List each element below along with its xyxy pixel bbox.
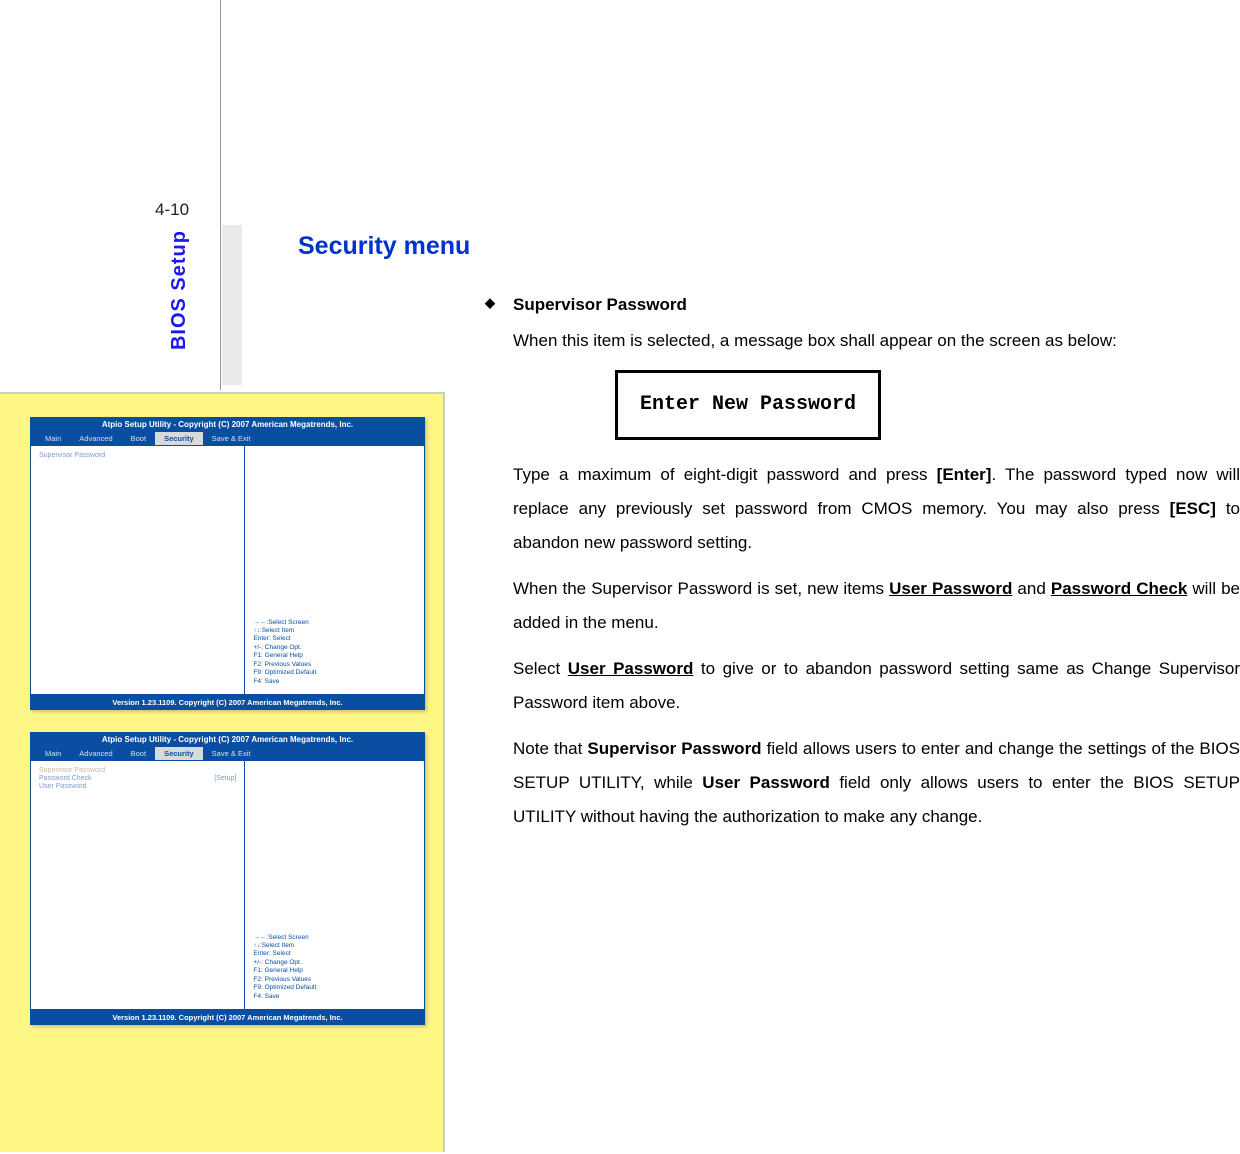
sidebar-shade <box>222 225 242 385</box>
bios-tab-security[interactable]: Security <box>155 747 203 760</box>
bios-item-user-password[interactable]: User Password <box>39 783 236 790</box>
bios-right-pane: →←:Select Screen ↑↓:Select Item Enter: S… <box>245 446 424 694</box>
bios-screenshot-area: Atpio Setup Utility - Copyright (C) 2007… <box>0 392 445 1152</box>
paragraph-5: Note that Supervisor Password field allo… <box>485 732 1240 834</box>
bios-window-2: Atpio Setup Utility - Copyright (C) 2007… <box>30 732 425 1025</box>
bios-tab-security[interactable]: Security <box>155 432 203 445</box>
bios-tab-save-exit[interactable]: Save & Exit <box>203 432 260 445</box>
bios-item-label: Password Check <box>39 775 92 782</box>
text: When the Supervisor Password is set, new… <box>513 579 889 598</box>
text: Select <box>513 659 568 678</box>
link-password-check: Password Check <box>1051 579 1187 598</box>
bios-titlebar: Atpio Setup Utility - Copyright (C) 2007… <box>30 417 425 432</box>
paragraph-4: Select User Password to give or to aband… <box>485 652 1240 720</box>
bios-item-label: User Password <box>39 783 86 790</box>
bios-tab-main[interactable]: Main <box>36 747 70 760</box>
bios-tab-advanced[interactable]: Advanced <box>70 432 121 445</box>
kbd-enter: [Enter] <box>937 465 992 484</box>
bios-item-label: Supervisor Password <box>39 452 105 459</box>
bios-left-pane: Supervisor Password <box>31 446 245 694</box>
section-side-label: BIOS Setup <box>168 230 191 350</box>
bios-tab-bar: Main Advanced Boot Security Save & Exit <box>30 747 425 760</box>
bios-help-text: →←:Select Screen ↑↓:Select Item Enter: S… <box>253 934 316 1002</box>
bullet-supervisor-password: Supervisor Password <box>485 288 1240 322</box>
bios-item-password-check[interactable]: Password Check [Setup] <box>39 775 236 782</box>
link-user-password: User Password <box>889 579 1012 598</box>
bios-titlebar: Atpio Setup Utility - Copyright (C) 2007… <box>30 732 425 747</box>
bios-body: Supervisor Password →←:Select Screen ↑↓:… <box>30 445 425 695</box>
kbd-esc: [ESC] <box>1170 499 1216 518</box>
bios-tab-main[interactable]: Main <box>36 432 70 445</box>
bios-tab-save-exit[interactable]: Save & Exit <box>203 747 260 760</box>
bios-tab-boot[interactable]: Boot <box>122 747 155 760</box>
text: and <box>1012 579 1051 598</box>
page-title: Security menu <box>298 232 470 261</box>
bold-user-password: User Password <box>702 773 830 792</box>
bios-footer: Version 1.23.1109. Copyright (C) 2007 Am… <box>30 695 425 710</box>
paragraph-2: Type a maximum of eight-digit password a… <box>485 458 1240 560</box>
bios-footer: Version 1.23.1109. Copyright (C) 2007 Am… <box>30 1010 425 1025</box>
bios-tab-boot[interactable]: Boot <box>122 432 155 445</box>
bios-window-1: Atpio Setup Utility - Copyright (C) 2007… <box>30 417 425 710</box>
bios-tab-advanced[interactable]: Advanced <box>70 747 121 760</box>
text: Note that <box>513 739 587 758</box>
vertical-divider <box>220 0 221 390</box>
bios-tab-bar: Main Advanced Boot Security Save & Exit <box>30 432 425 445</box>
text: Type a maximum of eight-digit password a… <box>513 465 937 484</box>
bios-item-value: [Setup] <box>214 775 236 782</box>
bios-item-label: Supervisor Password <box>39 767 105 774</box>
bold-supervisor-password: Supervisor Password <box>587 739 761 758</box>
page-number: 4-10 <box>155 200 189 220</box>
bios-left-pane: Supervisor Password Password Check [Setu… <box>31 761 245 1009</box>
content-column: Supervisor Password When this item is se… <box>485 288 1240 846</box>
bios-item-supervisor-password[interactable]: Supervisor Password <box>39 767 236 774</box>
bios-right-pane: →←:Select Screen ↑↓:Select Item Enter: S… <box>245 761 424 1009</box>
intro-paragraph: When this item is selected, a message bo… <box>485 324 1240 358</box>
bios-body: Supervisor Password Password Check [Setu… <box>30 760 425 1010</box>
bios-help-text: →←:Select Screen ↑↓:Select Item Enter: S… <box>253 619 316 687</box>
bios-item-supervisor-password[interactable]: Supervisor Password <box>39 452 236 459</box>
message-box-enter-new-password: Enter New Password <box>615 370 881 440</box>
link-user-password-2: User Password <box>568 659 694 678</box>
paragraph-3: When the Supervisor Password is set, new… <box>485 572 1240 640</box>
